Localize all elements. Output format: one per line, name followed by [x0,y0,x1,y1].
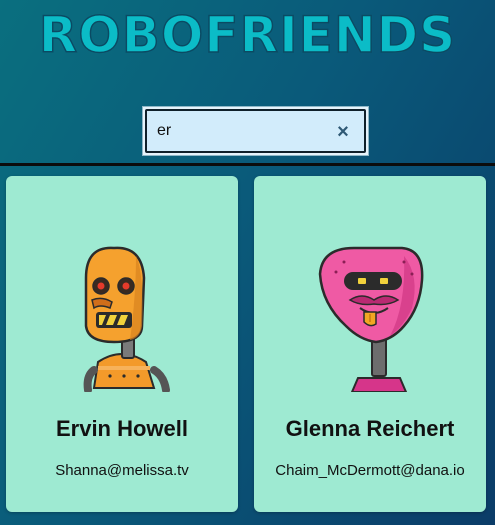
search-field-wrapper[interactable]: × [145,109,366,153]
card-name: Glenna Reichert [285,416,455,441]
app-title: ROBOFRIENDS [38,5,457,65]
robot-card[interactable]: Glenna Reichert Chaim_McDermott@dana.io [254,176,486,512]
search-input[interactable] [157,111,327,151]
close-icon[interactable]: × [334,122,352,142]
orange-robot-image [83,246,170,392]
card-email: Shanna@melissa.tv [55,462,189,479]
header: ROBOFRIENDS × [0,0,495,165]
card-name: Ervin Howell [55,416,189,441]
header-divider [0,163,495,166]
card-email: Chaim_McDermott@dana.io [275,462,465,479]
pink-robot-image [318,246,424,392]
search-box: × [142,106,369,156]
robot-card[interactable]: Ervin Howell Shanna@melissa.tv [6,176,238,512]
